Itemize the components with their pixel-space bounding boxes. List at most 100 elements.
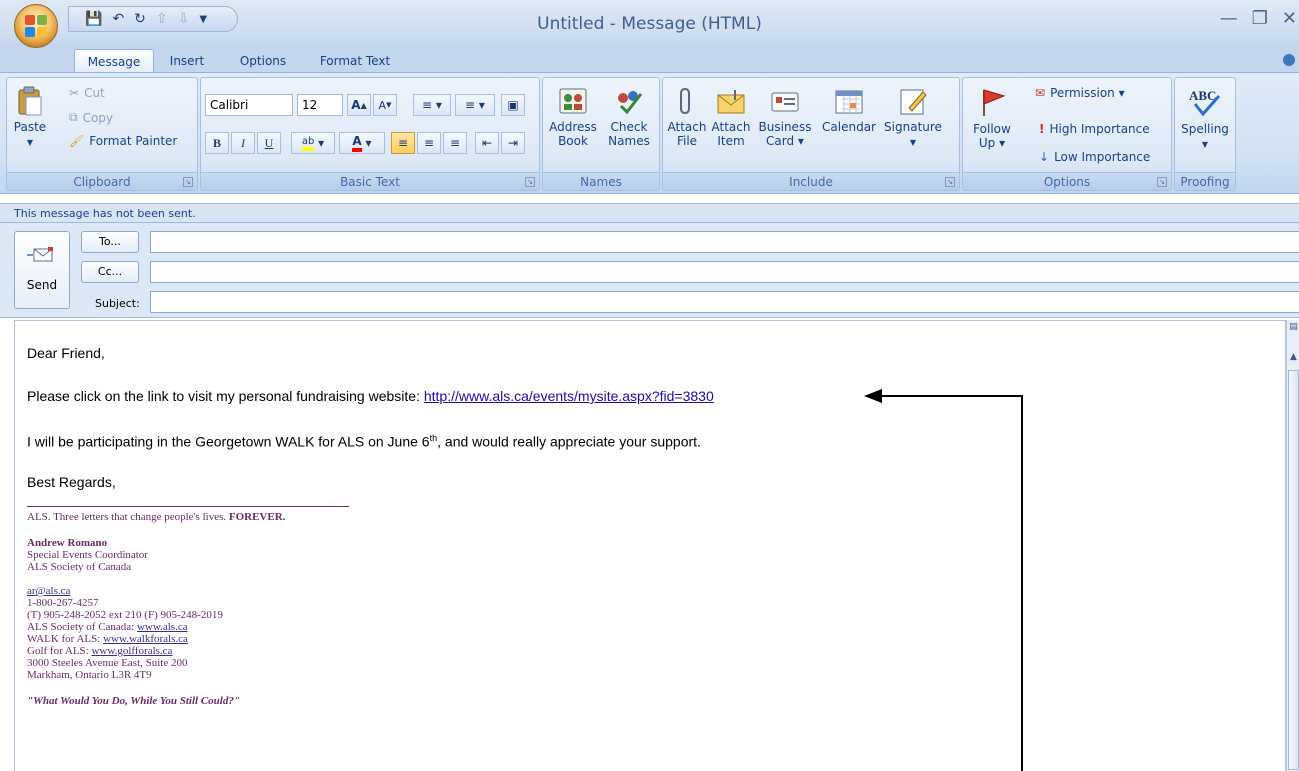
- clipboard-group-label: Clipboard: [7, 172, 197, 190]
- font-size-combo[interactable]: 12: [297, 94, 343, 116]
- dialog-launcher-icon[interactable]: ↘: [183, 177, 193, 187]
- bold-button[interactable]: B: [205, 132, 229, 154]
- signature-city: Markham, Ontario L3R 4T9: [27, 669, 152, 681]
- spelling-dropdown-icon[interactable]: ▼: [1202, 140, 1208, 149]
- paintbrush-icon: 🖌: [69, 134, 85, 148]
- format-painter-button[interactable]: 🖌 Format Painter: [69, 134, 177, 148]
- low-importance-button[interactable]: ↓ Low Importance: [1039, 150, 1150, 164]
- tab-message[interactable]: Message: [74, 49, 154, 72]
- message-body[interactable]: Dear Friend, Please click on the link to…: [14, 320, 1286, 771]
- dialog-launcher-icon[interactable]: ↘: [1157, 177, 1167, 187]
- tab-format-text[interactable]: Format Text: [310, 49, 400, 72]
- ruler-toggle-icon[interactable]: ▤: [1288, 322, 1299, 334]
- highlight-button[interactable]: ab ▾: [291, 132, 335, 154]
- italic-button[interactable]: I: [231, 132, 255, 154]
- low-importance-label: Low Importance: [1054, 150, 1151, 164]
- cc-button[interactable]: Cc...: [81, 261, 139, 283]
- send-button[interactable]: Send: [14, 231, 70, 309]
- site2-link[interactable]: www.walkforals.ca: [103, 633, 188, 645]
- check-names-label-1: Check: [610, 120, 648, 134]
- minimize-icon[interactable]: —: [1220, 8, 1238, 29]
- calendar-label: Calendar: [822, 120, 876, 134]
- flag-icon: [983, 89, 1006, 116]
- copy-button[interactable]: ⧉ Copy: [69, 110, 113, 125]
- permission-button[interactable]: ✉ Permission ▾: [1035, 86, 1125, 100]
- site1-link[interactable]: www.als.ca: [137, 621, 188, 633]
- proofing-group: ABC Spelling ▼ Proofing: [1174, 77, 1236, 191]
- names-group-label: Names: [543, 172, 659, 190]
- signature-quote: "What Would You Do, While You Still Coul…: [27, 695, 240, 707]
- tagline-bold: FOREVER.: [228, 511, 286, 523]
- ribbon: Paste ▼ ✂ Cut ⧉ Copy 🖌 Format Painter Cl…: [0, 72, 1299, 194]
- site3-link[interactable]: www.golfforals.ca: [91, 645, 172, 657]
- copy-icon: ⧉: [69, 110, 78, 124]
- align-left-button[interactable]: ≡: [391, 132, 415, 154]
- follow-up-button[interactable]: Follow Up ▾: [967, 86, 1017, 150]
- vertical-scrollbar[interactable]: ▤ ▲: [1286, 320, 1299, 771]
- underline-button[interactable]: U: [257, 132, 281, 154]
- highlighter-icon: ab: [301, 136, 315, 151]
- scroll-thumb[interactable]: [1288, 370, 1299, 770]
- to-field[interactable]: [150, 231, 1299, 253]
- restore-icon[interactable]: ❐: [1252, 8, 1268, 29]
- signature-dropdown-icon[interactable]: ▼: [910, 138, 916, 147]
- office-logo-icon: [25, 15, 47, 37]
- calendar-button[interactable]: Calendar: [817, 86, 881, 134]
- cc-field[interactable]: [150, 261, 1299, 283]
- align-center-button[interactable]: ≡: [417, 132, 441, 154]
- business-card-button[interactable]: Business Card ▾: [755, 86, 815, 148]
- copy-label: Copy: [82, 110, 114, 125]
- dialog-launcher-icon[interactable]: ↘: [945, 177, 955, 187]
- address-book-label-1: Address: [549, 120, 597, 134]
- address-book-button[interactable]: Address Book: [547, 86, 599, 148]
- increase-indent-button[interactable]: ⇥: [501, 132, 525, 154]
- signature-icon: [900, 89, 927, 115]
- help-icon[interactable]: [1283, 54, 1295, 66]
- close-icon[interactable]: ✕: [1282, 8, 1297, 29]
- signature-email-link[interactable]: ar@als.ca: [27, 585, 70, 597]
- link-intro-text: Please click on the link to visit my per…: [27, 388, 424, 404]
- office-button[interactable]: [14, 4, 58, 48]
- proofing-group-label: Proofing: [1175, 172, 1235, 190]
- attach-file-button[interactable]: Attach File: [667, 86, 707, 148]
- options-group: Follow Up ▾ ✉ Permission ▾ ! High Import…: [962, 77, 1172, 191]
- dialog-launcher-icon[interactable]: ↘: [525, 177, 535, 187]
- bullets-button[interactable]: ≡ ▾: [413, 94, 451, 116]
- signature-button[interactable]: Signature ▼: [881, 86, 945, 150]
- to-button[interactable]: To...: [81, 231, 139, 253]
- link-paragraph: Please click on the link to visit my per…: [27, 388, 714, 404]
- tab-insert[interactable]: Insert: [162, 49, 212, 72]
- permission-label: Permission ▾: [1050, 86, 1125, 100]
- paste-dropdown-icon[interactable]: ▼: [27, 138, 33, 147]
- business-card-label-2: Card ▾: [766, 134, 804, 148]
- styles-icon[interactable]: ▣: [501, 94, 525, 116]
- down-arrow-icon: ↓: [1039, 150, 1050, 164]
- high-importance-button[interactable]: ! High Importance: [1039, 122, 1150, 136]
- scissors-icon: ✂: [69, 86, 80, 100]
- subject-label: Subject:: [95, 297, 140, 310]
- ribbon-tabs: Message Insert Options Format Text: [0, 44, 1299, 72]
- tab-options[interactable]: Options: [232, 49, 294, 72]
- grow-font-button[interactable]: A ▲: [347, 94, 371, 116]
- cut-button[interactable]: ✂ Cut: [69, 86, 105, 100]
- paste-button[interactable]: Paste ▼: [13, 86, 47, 150]
- font-name-combo[interactable]: Calibri: [205, 94, 293, 116]
- signature-site3: Golf for ALS: www.golfforals.ca: [27, 645, 172, 657]
- align-right-button[interactable]: ≡: [443, 132, 467, 154]
- check-names-button[interactable]: Check Names: [603, 86, 655, 148]
- attach-item-button[interactable]: Attach Item: [711, 86, 751, 148]
- permission-icon: ✉: [1035, 86, 1046, 100]
- scroll-up-icon[interactable]: ▲: [1288, 352, 1299, 364]
- font-color-button[interactable]: A ▾: [339, 132, 385, 154]
- signature-street: 3000 Steeles Avenue East, Suite 200: [27, 657, 188, 669]
- spelling-button[interactable]: ABC Spelling ▼: [1179, 86, 1231, 152]
- spelling-label: Spelling: [1181, 122, 1229, 136]
- numbering-button[interactable]: ≡ ▾: [455, 94, 495, 116]
- fundraising-link[interactable]: http://www.als.ca/events/mysite.aspx?fid…: [424, 388, 714, 404]
- shrink-font-button[interactable]: A ▼: [373, 94, 397, 116]
- address-area: Send To... Cc... Subject:: [0, 223, 1299, 318]
- subject-field[interactable]: [150, 291, 1299, 313]
- decrease-indent-button[interactable]: ⇤: [475, 132, 499, 154]
- site1-label: ALS Society of Canada:: [27, 621, 137, 633]
- business-card-icon: [771, 92, 799, 112]
